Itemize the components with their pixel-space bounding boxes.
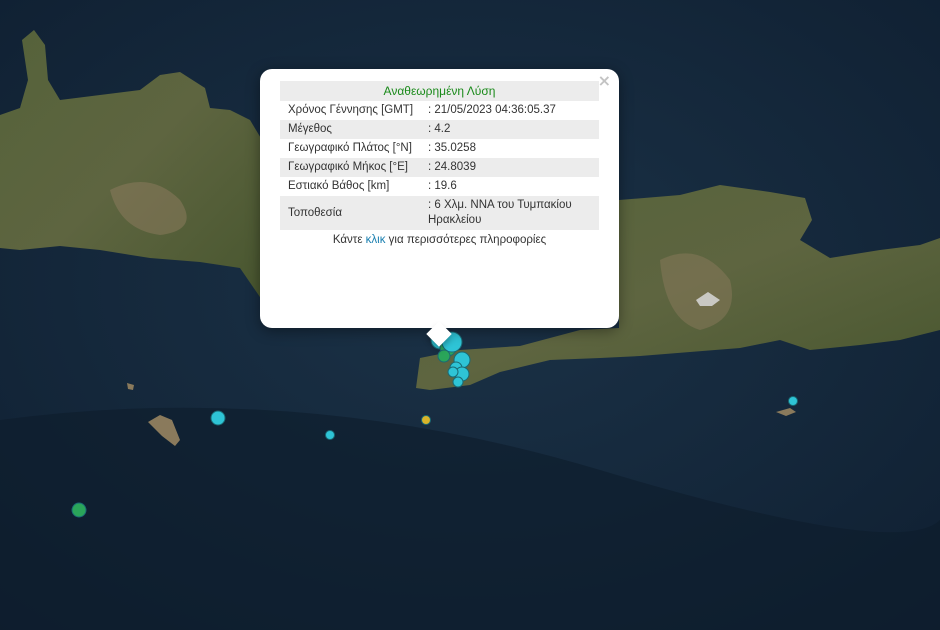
- quake-marker[interactable]: [210, 410, 226, 426]
- earthquake-info-popup: × Αναθεωρημένη Λύση Χρόνος Γέννησης [GMT…: [260, 69, 619, 347]
- location-value: : 6 Χλμ. ΝΝΑ του Τυμπακίου Ηρακλείου: [422, 196, 599, 230]
- table-row: Χρόνος Γέννησης [GMT] : 21/05/2023 04:36…: [280, 101, 599, 120]
- magnitude-label: Μέγεθος: [280, 120, 422, 139]
- quake-marker[interactable]: [71, 502, 87, 518]
- table-row: Γεωγραφικό Μήκος [°E] : 24.8039: [280, 158, 599, 177]
- more-info-suffix: για περισσότερες πληροφορίες: [385, 234, 547, 246]
- depth-label: Εστιακό Βάθος [km]: [288, 180, 390, 192]
- more-info-prefix: Κάντε: [332, 234, 366, 246]
- table-row: Μέγεθος : 4.2: [280, 120, 599, 139]
- quake-marker[interactable]: [447, 366, 459, 378]
- table-row: Γεωγραφικό Πλάτος [°N] : 35.0258: [280, 139, 599, 158]
- popup-title: Αναθεωρημένη Λύση: [280, 81, 599, 101]
- longitude-value: : 24.8039: [422, 158, 599, 177]
- origin-time-label: Χρόνος Γέννησης [GMT]: [288, 104, 414, 116]
- longitude-label: Γεωγραφικό Μήκος [°E]: [280, 158, 422, 177]
- latitude-label: Γεωγραφικό Πλάτος [°N]: [288, 142, 412, 154]
- latitude-value: : 35.0258: [428, 142, 476, 154]
- quake-marker[interactable]: [788, 396, 798, 406]
- table-row: Τοποθεσία : 6 Χλμ. ΝΝΑ του Τυμπακίου Ηρα…: [280, 196, 599, 230]
- quake-marker[interactable]: [437, 349, 451, 363]
- earthquake-details-table: Χρόνος Γέννησης [GMT] : 21/05/2023 04:36…: [280, 101, 599, 230]
- quake-marker[interactable]: [325, 430, 335, 440]
- origin-time-value: : 21/05/2023 04:36:05.37: [428, 104, 556, 116]
- close-icon[interactable]: ×: [598, 73, 611, 89]
- more-info-link[interactable]: κλικ: [366, 234, 386, 246]
- quake-marker[interactable]: [452, 376, 464, 388]
- quake-marker[interactable]: [421, 415, 431, 425]
- more-info-line: Κάντε κλικ για περισσότερες πληροφορίες: [280, 230, 599, 246]
- depth-value: : 19.6: [428, 180, 457, 192]
- magnitude-value: : 4.2: [422, 120, 599, 139]
- location-label: Τοποθεσία: [280, 196, 422, 230]
- table-row: Εστιακό Βάθος [km] : 19.6: [280, 177, 599, 196]
